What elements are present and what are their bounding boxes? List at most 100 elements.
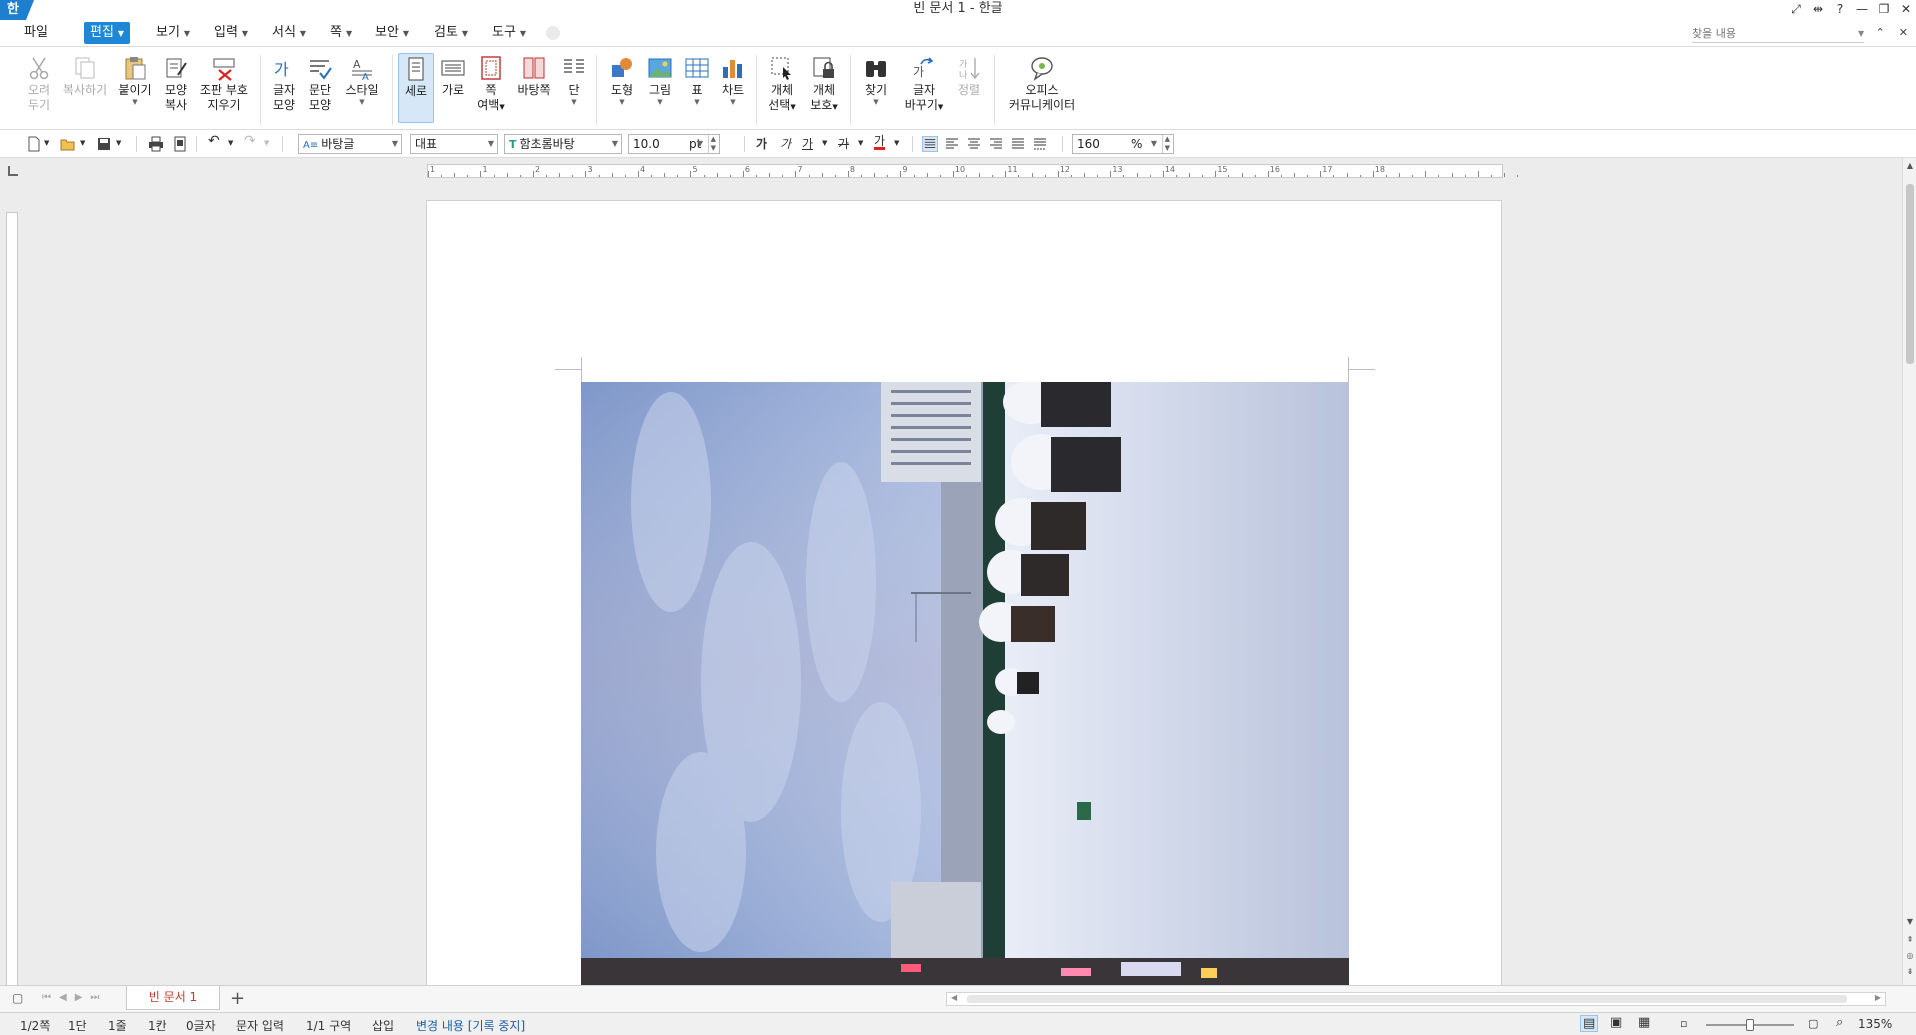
app-logo-icon[interactable]: 한 [0, 0, 34, 20]
document-page[interactable] [426, 200, 1502, 992]
paste-button[interactable]: 붙이기 ▼ [116, 55, 154, 106]
menu-format[interactable]: 서식 ▼ [266, 22, 312, 44]
office-messenger-button[interactable]: 오피스 커뮤니케이터 [1004, 55, 1080, 113]
language-select[interactable]: 대표 ▼ [410, 134, 498, 154]
chevron-down-icon[interactable]: ▼ [116, 139, 121, 147]
redo-icon[interactable]: ↷ [244, 133, 256, 149]
align-divide-icon[interactable] [1032, 136, 1048, 152]
align-right-icon[interactable] [988, 136, 1004, 152]
menu-input[interactable]: 입력 ▼ [208, 22, 254, 44]
inserted-photo[interactable] [581, 382, 1349, 992]
horizontal-ruler[interactable]: 1 1 2 3 4 5 6 7 8 9 10 11 12 13 14 15 16 17 18 [427, 164, 1519, 178]
status-page[interactable]: 1/2쪽 [20, 1017, 50, 1034]
chart-button[interactable]: 차트 ▼ [718, 55, 748, 106]
chevron-down-icon[interactable]: ▼ [894, 139, 899, 147]
find-button[interactable]: 찾기 ▼ [860, 55, 892, 106]
menu-view[interactable]: 보기 ▼ [150, 22, 196, 44]
collapse-ribbon-icon[interactable]: ⌃ [1876, 26, 1885, 39]
align-left-icon[interactable] [944, 136, 960, 152]
line-spacing-input[interactable]: 160 % ▼ ▲ ▼ [1072, 134, 1174, 154]
cut-button[interactable]: 오려 두기 [22, 55, 56, 113]
vertical-scrollbar[interactable]: ▲ ▼ ⇞ ◎ ⇟ [1902, 158, 1916, 985]
style-button[interactable]: AA 스타일 ▼ [340, 55, 384, 106]
clear-marks-button[interactable]: 조판 부호 지우기 [196, 55, 252, 113]
add-tab-button[interactable]: + [230, 988, 245, 1009]
background-page-button[interactable]: 바탕쪽 [514, 55, 554, 98]
help-icon[interactable]: ? [1834, 2, 1846, 20]
status-insert[interactable]: 삽입 [372, 1017, 394, 1034]
page-up-icon[interactable]: ⇞ [1904, 934, 1916, 946]
zoom-slider-knob[interactable] [1746, 1019, 1754, 1031]
table-button[interactable]: 표 ▼ [682, 55, 712, 106]
view-web-icon[interactable]: ▣ [1610, 1015, 1622, 1030]
zoom-level[interactable]: 135% [1858, 1017, 1892, 1031]
page-down-icon[interactable]: ⇟ [1904, 966, 1916, 978]
chevron-down-icon[interactable]: ▼ [44, 139, 49, 147]
minimize-icon[interactable]: — [1856, 2, 1868, 20]
menu-page[interactable]: 쪽 ▼ [324, 22, 358, 44]
spinner-icon[interactable]: ▲ ▼ [707, 135, 716, 153]
columns-button[interactable]: 단 ▼ [560, 55, 588, 106]
tab-nav-icons[interactable]: ⏮◀▶⏭ [42, 992, 107, 1003]
bold-button[interactable]: 가 [756, 135, 767, 152]
style-select[interactable]: A≡ 바탕글 ▼ [298, 134, 402, 154]
char-shape-button[interactable]: 가 글자 모양 [268, 55, 300, 113]
replace-button[interactable]: 가 글자 바꾸기▼ [900, 55, 948, 115]
para-shape-button[interactable]: 문단 모양 [304, 55, 336, 113]
assistant-icon[interactable] [546, 26, 560, 40]
vertical-ruler[interactable] [6, 212, 18, 986]
fullscreen-icon[interactable]: ⤢ [1790, 2, 1802, 20]
zoom-slider[interactable] [1706, 1019, 1794, 1031]
save-icon[interactable] [96, 136, 112, 152]
font-select[interactable]: T 함초롬바탕 ▼ [504, 134, 622, 154]
chevron-down-icon[interactable]: ▼ [1858, 29, 1864, 38]
scroll-down-icon[interactable]: ▼ [1904, 916, 1916, 928]
scroll-left-icon[interactable]: ◀ [951, 993, 957, 1002]
shape-button[interactable]: 도형 ▼ [606, 55, 638, 106]
strikethrough-button[interactable]: 가 [838, 135, 849, 152]
view-page-icon[interactable]: ▦ [1638, 1015, 1650, 1030]
menu-security[interactable]: 보안 ▼ [369, 22, 415, 44]
format-copy-button[interactable]: 모양 복사 [160, 55, 192, 113]
zoom-fit-icon[interactable]: ▫ [1680, 1017, 1687, 1030]
undo-icon[interactable]: ↶ [208, 133, 220, 149]
landscape-button[interactable]: 가로 [438, 55, 468, 98]
close-doc-icon[interactable]: ✕ [1899, 26, 1908, 39]
sort-button[interactable]: 가나 정렬 [954, 55, 984, 98]
align-center-icon[interactable] [966, 136, 982, 152]
scrollbar-thumb[interactable] [967, 995, 1847, 1003]
status-track-changes[interactable]: 변경 내용 [기록 중지] [416, 1017, 525, 1034]
copy-button[interactable]: 복사하기 [60, 55, 110, 98]
tab-stop-icon[interactable] [8, 166, 18, 176]
chevron-down-icon[interactable]: ▼ [858, 139, 863, 147]
open-folder-icon[interactable] [60, 136, 76, 152]
portrait-button[interactable]: 세로 [398, 53, 434, 123]
scroll-up-icon[interactable]: ▲ [1904, 160, 1916, 172]
picture-button[interactable]: 그림 ▼ [644, 55, 676, 106]
scroll-right-icon[interactable]: ▶ [1875, 993, 1881, 1002]
horizontal-scrollbar[interactable]: ◀ ▶ [946, 992, 1886, 1006]
scrollbar-thumb[interactable] [1906, 184, 1914, 364]
preview-icon[interactable] [172, 136, 188, 152]
view-normal-icon[interactable]: ▤ [1580, 1015, 1599, 1032]
menu-file[interactable]: 파일 [18, 22, 54, 44]
new-document-icon[interactable] [26, 136, 42, 152]
underline-button[interactable]: 가 [802, 135, 813, 152]
object-select-button[interactable]: 개체 선택▼ [764, 55, 800, 115]
zoom-page-icon[interactable]: ▢ [1808, 1017, 1818, 1030]
menu-edit[interactable]: 편집 ▼ [84, 22, 131, 44]
tab-document-1[interactable]: 빈 문서 1 [126, 986, 220, 1010]
restore-icon[interactable]: ❐ [1878, 2, 1890, 20]
tab-list-icon[interactable]: ▢ [12, 991, 23, 1005]
zoom-magnifier-icon[interactable]: ⌕ [1836, 1015, 1843, 1030]
close-icon[interactable]: ✕ [1900, 2, 1912, 20]
align-distribute-icon[interactable] [1010, 136, 1026, 152]
status-mode[interactable]: 문자 입력 [236, 1017, 284, 1034]
align-justify-icon[interactable] [922, 136, 938, 152]
chevron-down-icon[interactable]: ▼ [80, 139, 85, 147]
split-icon[interactable]: ⇹ [1812, 2, 1824, 20]
menu-tools[interactable]: 도구 ▼ [486, 22, 532, 44]
object-protect-button[interactable]: 개체 보호▼ [806, 55, 842, 115]
search-input[interactable] [1692, 25, 1864, 43]
chevron-down-icon[interactable]: ▼ [264, 139, 269, 147]
